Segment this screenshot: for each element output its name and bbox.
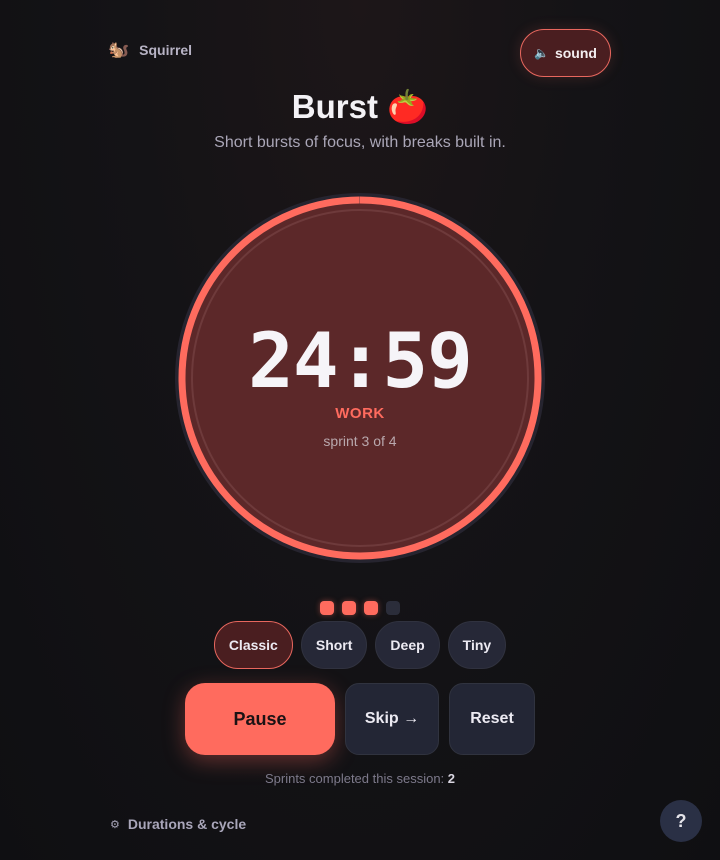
- cycle-dot: [342, 601, 356, 615]
- sound-toggle-button[interactable]: 🔈 sound: [520, 29, 611, 77]
- squirrel-icon: 🐿️: [108, 40, 130, 59]
- cycle-dot: [320, 601, 334, 615]
- preset-classic-button[interactable]: Classic: [213, 621, 293, 669]
- durations-settings-toggle[interactable]: ⚙ Durations & cycle: [110, 816, 246, 832]
- brand: 🐿️ Squirrel: [108, 40, 192, 60]
- cycle-dot: [364, 601, 378, 615]
- gear-icon: ⚙: [110, 818, 120, 831]
- phase-label: WORK: [335, 405, 385, 422]
- timer-display: 24:59: [248, 316, 473, 405]
- sprint-counter: sprint 3 of 4: [323, 433, 397, 449]
- cycle-dot: [386, 601, 400, 615]
- session-stats: Sprints completed this session: 2: [0, 771, 720, 786]
- sound-label: sound: [554, 45, 597, 61]
- reset-button[interactable]: Reset: [449, 683, 535, 755]
- pause-button[interactable]: Pause: [185, 683, 335, 755]
- cycle-progress-dots: [0, 601, 720, 615]
- stats-value: 2: [447, 771, 456, 786]
- preset-selector: Classic Short Deep Tiny: [0, 621, 720, 669]
- preset-deep-button[interactable]: Deep: [375, 621, 440, 669]
- page-title: Burst 🍅: [291, 88, 429, 125]
- timer-controls: Pause Skip → Reset: [185, 683, 535, 755]
- preset-short-button[interactable]: Short: [300, 621, 368, 669]
- settings-label: Durations & cycle: [127, 816, 247, 832]
- help-button[interactable]: ?: [660, 800, 702, 842]
- brand-name: Squirrel: [139, 42, 193, 58]
- stats-label: Sprints completed this session:: [264, 771, 445, 786]
- page-subtitle: Short bursts of focus, with breaks built…: [214, 134, 506, 151]
- speaker-muted-icon: 🔈: [534, 46, 549, 60]
- preset-tiny-button[interactable]: Tiny: [447, 621, 507, 669]
- skip-button[interactable]: Skip →: [345, 683, 439, 755]
